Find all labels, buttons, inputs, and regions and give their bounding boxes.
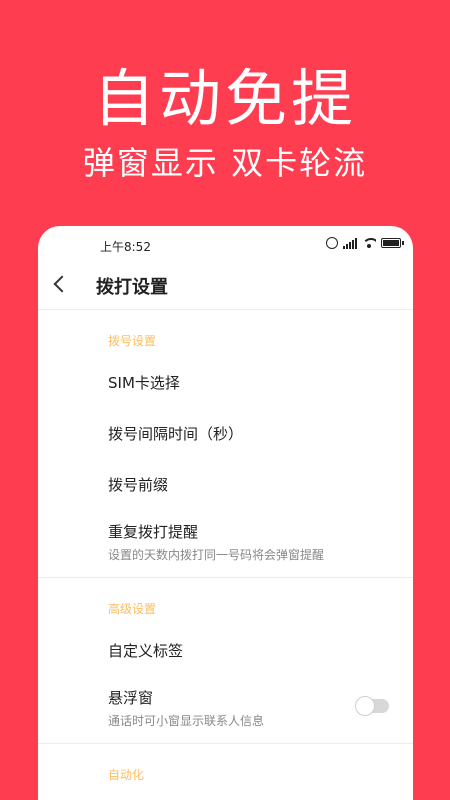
back-arrow-icon[interactable] xyxy=(53,275,71,293)
section-header-advanced: 高级设置 xyxy=(108,602,157,616)
section-header-automation: 自动化 xyxy=(108,768,145,782)
floating-window-toggle[interactable] xyxy=(355,696,389,716)
setting-label: 自定义标签 xyxy=(108,642,184,660)
page-title: 拨打设置 xyxy=(96,277,168,298)
toggle-knob xyxy=(355,696,375,716)
wifi-icon xyxy=(362,238,376,248)
hero-subtitle: 弹窗显示 双卡轮流 xyxy=(82,144,368,182)
status-bar: 上午8:52 xyxy=(38,226,413,262)
setting-label: 重复拨打提醒 xyxy=(108,523,199,541)
battery-icon xyxy=(381,238,404,248)
phone-screen: 上午8:52 拨打设置 拨号设置 SIM卡选择 拨号间隔时间（秒） 拨号前缀 重… xyxy=(38,226,413,800)
setting-label: 拨号前缀 xyxy=(108,476,169,494)
status-icons xyxy=(326,237,404,249)
alarm-icon xyxy=(326,237,338,249)
status-time: 上午8:52 xyxy=(100,240,151,254)
setting-label: 拨号间隔时间（秒） xyxy=(108,425,244,443)
app-bar: 拨打设置 xyxy=(38,262,413,310)
setting-sim-select[interactable]: SIM卡选择 xyxy=(38,358,413,409)
setting-repeat-reminder[interactable]: 重复拨打提醒 设置的天数内拨打同一号码将会弹窗提醒 xyxy=(38,511,413,575)
setting-description: 设置的天数内拨打同一号码将会弹窗提醒 xyxy=(108,548,325,562)
section-header-dialing: 拨号设置 xyxy=(108,334,157,348)
setting-dial-prefix[interactable]: 拨号前缀 xyxy=(38,460,413,511)
setting-label: SIM卡选择 xyxy=(108,374,180,392)
setting-dial-interval[interactable]: 拨号间隔时间（秒） xyxy=(38,409,413,460)
signal-icon xyxy=(343,237,357,249)
setting-custom-tags[interactable]: 自定义标签 xyxy=(38,626,413,677)
hero-title: 自动免提 xyxy=(92,62,357,135)
setting-floating-window[interactable]: 悬浮窗 通话时可小窗显示联系人信息 xyxy=(38,677,413,741)
